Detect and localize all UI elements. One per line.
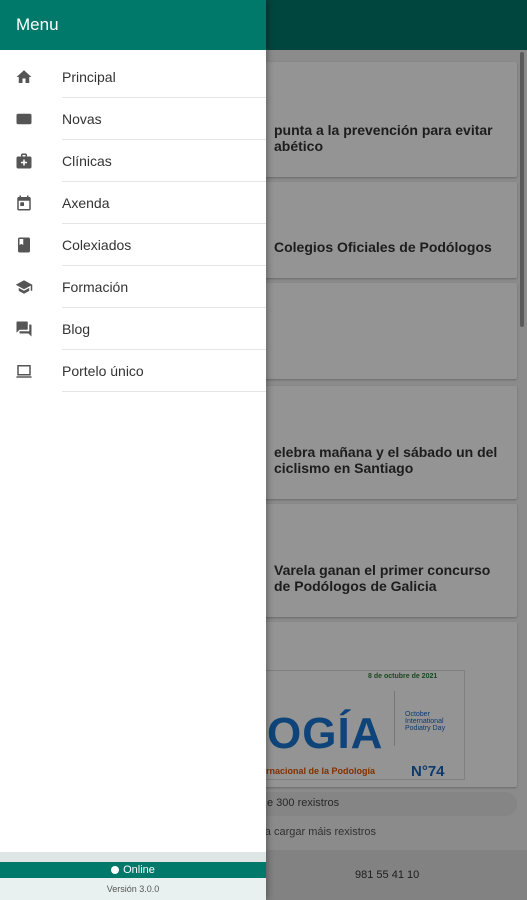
menu-item-formacion[interactable]: Formación xyxy=(0,266,266,308)
chat-icon xyxy=(16,321,32,337)
tablet-icon xyxy=(16,365,32,378)
medical-bag-icon xyxy=(16,153,32,169)
menu-item-label: Blog xyxy=(62,321,91,337)
menu-item-label: Colexiados xyxy=(62,237,132,253)
menu-item-label: Portelo único xyxy=(62,363,144,379)
school-icon xyxy=(15,280,33,294)
newspaper-icon xyxy=(16,113,32,125)
menu-item-label: Clínicas xyxy=(62,153,112,169)
drawer-header: Menu xyxy=(0,0,266,50)
connection-status: Online xyxy=(0,862,266,878)
menu-item-colexiados[interactable]: Colexiados xyxy=(0,224,266,266)
navigation-drawer: Menu Principal Novas Clínicas Axenda Col… xyxy=(0,0,266,900)
menu-item-axenda[interactable]: Axenda xyxy=(0,182,266,224)
online-status-icon xyxy=(111,866,120,874)
drawer-title: Menu xyxy=(16,15,59,34)
menu-item-novas[interactable]: Novas xyxy=(0,98,266,140)
drawer-footer-divider xyxy=(0,852,266,862)
menu-item-label: Axenda xyxy=(62,195,110,211)
scrollbar[interactable] xyxy=(520,52,524,327)
home-icon xyxy=(16,70,32,83)
book-icon xyxy=(18,237,30,253)
drawer-menu: Principal Novas Clínicas Axenda Colexiad… xyxy=(0,56,266,392)
menu-item-label: Novas xyxy=(62,111,102,127)
calendar-icon xyxy=(17,195,31,211)
menu-item-clinicas[interactable]: Clínicas xyxy=(0,140,266,182)
menu-item-portelo-unico[interactable]: Portelo único xyxy=(0,350,266,392)
app-version: Versión 3.0.0 xyxy=(0,878,266,900)
menu-item-label: Formación xyxy=(62,279,129,295)
connection-status-label: Online xyxy=(123,864,155,876)
menu-item-principal[interactable]: Principal xyxy=(0,56,266,98)
menu-item-label: Principal xyxy=(62,69,116,85)
menu-item-blog[interactable]: Blog xyxy=(0,308,266,350)
